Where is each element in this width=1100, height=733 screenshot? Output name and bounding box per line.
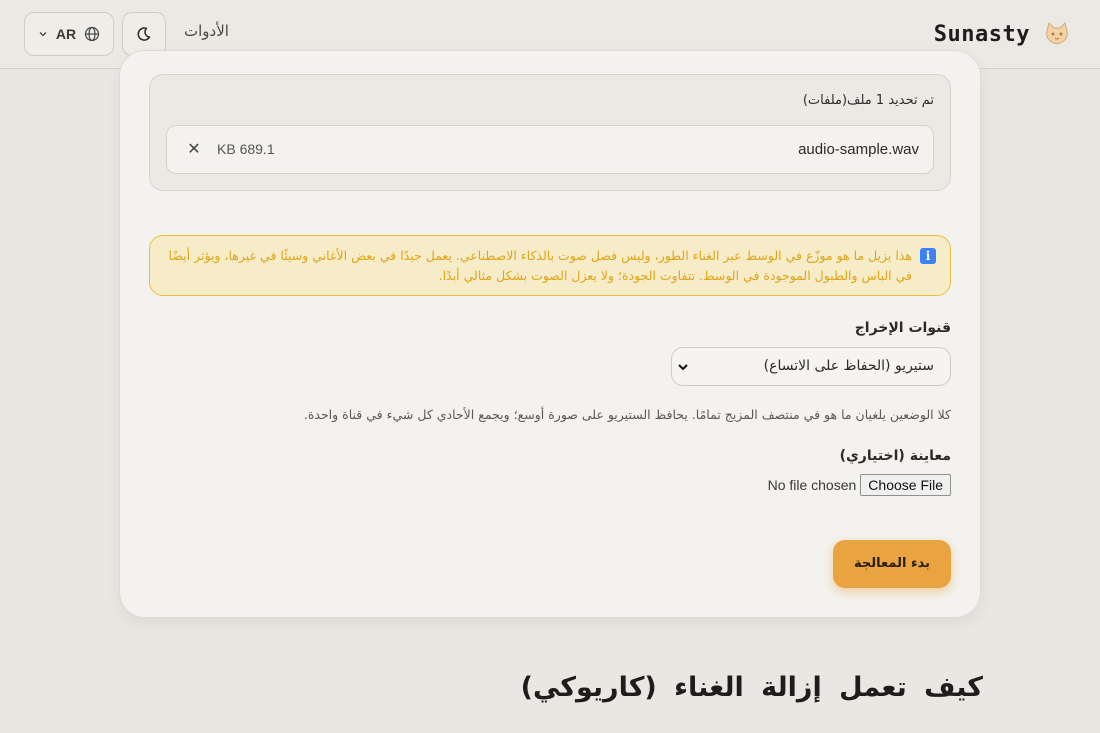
- info-notice: i هذا يزيل ما هو موزّع في الوسط عبر الغن…: [149, 235, 951, 296]
- output-channels-value: ستيريو (الحفاظ على الاتساع): [763, 358, 934, 374]
- nav-tools-link[interactable]: الأدوات: [184, 22, 229, 40]
- files-count-label: تم تحديد 1 ملف(ملفات): [802, 93, 934, 108]
- selected-files-panel: تم تحديد 1 ملف(ملفات) audio-sample.wav K…: [149, 74, 951, 191]
- file-size: KB 689.1: [217, 141, 275, 157]
- preview-label: معاينة (اختياري): [839, 448, 951, 464]
- moon-icon: [137, 27, 151, 41]
- notice-text: هذا يزيل ما هو موزّع في الوسط عبر الغناء…: [168, 248, 912, 283]
- language-switcher[interactable]: AR: [24, 12, 114, 56]
- no-file-chosen-text: No file chosen: [767, 477, 857, 493]
- cat-logo-icon: [1046, 22, 1068, 45]
- brand[interactable]: Sunasty: [934, 16, 1072, 52]
- preview-file-input[interactable]: No file chosen Choose File: [768, 474, 951, 496]
- section-title: كيف تعمل إزالة الغناء (كاريوكي): [520, 672, 983, 703]
- chevron-down-icon: [678, 364, 688, 371]
- file-row: audio-sample.wav KB 689.1 ✕: [166, 125, 934, 174]
- start-processing-button[interactable]: بدء المعالجة: [833, 540, 951, 588]
- brand-name: Sunasty: [933, 21, 1030, 47]
- output-channels-help: كلا الوضعين يلغيان ما هو في منتصف المزيج…: [303, 407, 951, 422]
- choose-file-button[interactable]: Choose File: [860, 474, 951, 496]
- file-name: audio-sample.wav: [798, 141, 919, 158]
- output-channels-select[interactable]: ستيريو (الحفاظ على الاتساع): [671, 347, 951, 386]
- chevron-down-icon: [39, 32, 47, 37]
- info-icon: i: [920, 248, 936, 264]
- remove-file-button[interactable]: ✕: [185, 139, 203, 159]
- language-label: AR: [55, 26, 77, 42]
- globe-icon: [85, 26, 100, 42]
- output-channels-label: قنوات الإخراج: [854, 320, 951, 336]
